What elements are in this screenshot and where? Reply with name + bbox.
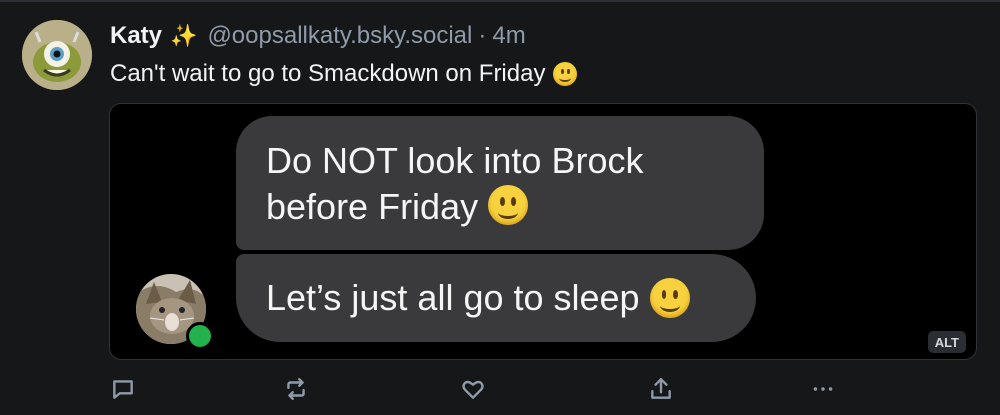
repost-button[interactable] — [281, 374, 311, 404]
message-text: Do NOT look into Brock before Friday — [266, 140, 644, 227]
post-image[interactable]: Do NOT look into Brock before Friday Let… — [109, 103, 977, 360]
message-bubble: Let’s just all go to sleep — [236, 254, 756, 342]
share-icon — [651, 378, 671, 399]
repost-icon — [287, 378, 305, 400]
post-body: Can't wait to go to Smackdown on Friday — [110, 58, 578, 90]
alt-text-badge[interactable]: ALT — [927, 331, 966, 353]
author-handle[interactable]: @oopsallkaty.bsky.social — [207, 22, 472, 50]
smiley-icon — [488, 185, 529, 225]
post-text: Can't wait to go to Smackdown on Friday — [110, 60, 546, 87]
separator-dot: · — [478, 22, 487, 49]
share-button[interactable] — [646, 374, 676, 404]
more-options-button[interactable] — [808, 374, 838, 404]
smiley-icon — [553, 62, 578, 86]
reply-button[interactable] — [108, 374, 138, 404]
post-header: Katy ✨ @oopsallkaty.bsky.social · 4m — [110, 20, 526, 52]
post-timestamp[interactable]: 4m — [492, 22, 525, 50]
like-icon — [462, 380, 484, 399]
top-divider — [0, 0, 1000, 2]
more-icon — [813, 387, 833, 391]
smiley-icon — [649, 278, 690, 318]
author-name[interactable]: Katy — [110, 22, 162, 50]
message-bubble: Do NOT look into Brock before Friday — [236, 116, 764, 250]
sparkles-icon: ✨ — [170, 23, 198, 48]
post-actions — [108, 374, 833, 404]
online-status-dot — [186, 322, 214, 350]
like-button[interactable] — [458, 374, 488, 404]
author-avatar[interactable] — [22, 20, 92, 90]
message-text: Let’s just all go to sleep — [266, 277, 640, 318]
reply-icon — [113, 380, 133, 399]
